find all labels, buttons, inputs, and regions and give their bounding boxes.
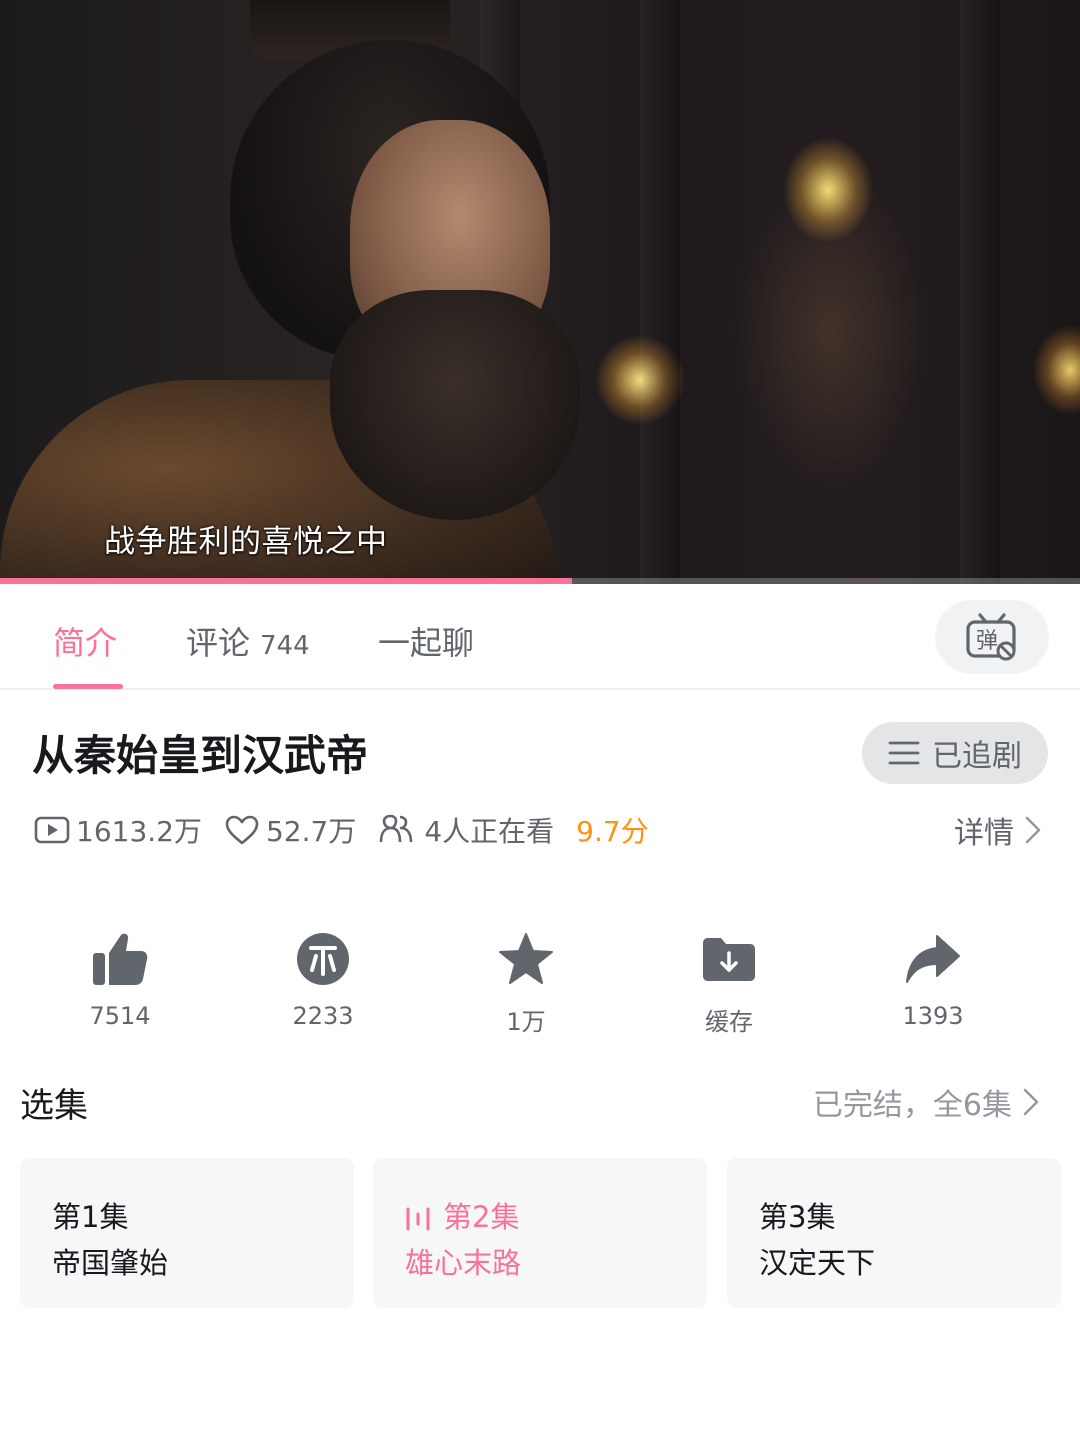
coin-button[interactable]: 2233 [253,928,393,1030]
download-icon [703,938,755,981]
background-curtain [960,0,1000,584]
episode-number: 第1集 [52,1200,129,1234]
episode-number: 第3集 [759,1200,836,1234]
video-subtitle: 战争胜利的喜悦之中 [104,524,388,560]
tab-chat[interactable]: 一起聊 [378,618,474,664]
comments-count: 744 [260,631,310,661]
chevron-right-icon [1023,1088,1039,1116]
action-row: 7514 2233 1万 缓存 1393 [0,928,1080,1038]
follow-series-button[interactable]: 已追剧 [862,722,1048,784]
background-curtain [640,0,680,584]
video-title: 从秦始皇到汉武帝 [32,731,369,780]
thumbs-up-icon [93,933,148,985]
heart-icon [225,815,259,845]
figure-beard [330,290,580,520]
tab-active-indicator [53,684,123,689]
episode-number: 第2集 [443,1200,520,1234]
episode-number-playing: 第2集 [405,1194,519,1236]
like-button[interactable]: 7514 [50,928,190,1030]
watching-count: 4人正在看 [378,810,554,850]
share-icon [906,935,960,983]
tab-intro[interactable]: 简介 [53,618,117,664]
details-link[interactable]: 详情 [954,808,1042,852]
star-icon [499,933,553,984]
tab-bar: 简介 评论 744 一起聊 弹 [0,584,1080,690]
download-label: 缓存 [705,1008,753,1036]
share-count-label: 1393 [902,1002,964,1030]
coin-count-label: 2233 [292,1002,354,1030]
favorite-count-label: 1万 [506,1008,546,1036]
now-playing-icon [406,1207,430,1231]
episode-name: 汉定天下 [759,1246,876,1280]
tab-intro-label: 简介 [53,624,118,662]
play-count: 1613.2万 [34,810,202,850]
download-button[interactable]: 缓存 [659,928,799,1037]
favorite-button[interactable]: 1万 [456,928,596,1037]
chevron-right-icon [1025,816,1041,844]
episode-list-link[interactable]: 已完结，全6集 [813,1080,1040,1124]
episode-section-title: 选集 [20,1086,88,1126]
danmaku-off-icon: 弹 [966,613,1016,661]
episode-card-2[interactable]: 第2集 雄心末路 [373,1158,707,1308]
episode-name: 雄心末路 [405,1246,522,1280]
play-count-value: 1613.2万 [76,815,202,848]
coin-icon [297,933,349,985]
svg-text:弹: 弹 [976,629,998,654]
episode-name: 帝国肇始 [52,1246,169,1280]
like-count: 52.7万 [224,810,356,850]
danmaku-toggle-button[interactable]: 弹 [935,600,1049,674]
episode-card-1[interactable]: 第1集 帝国肇始 [20,1158,354,1308]
people-icon [380,814,413,843]
like-count-value: 52.7万 [265,815,357,848]
episode-status: 已完结，全6集 [812,1088,1012,1123]
share-button[interactable]: 1393 [863,928,1003,1030]
tab-chat-label: 一起聊 [378,624,475,662]
follow-series-label: 已追剧 [932,739,1022,774]
like-count-label: 7514 [89,1002,151,1030]
video-stats: 1613.2万 52.7万 4人正在看 9.7分 [34,808,671,852]
list-icon [888,741,920,765]
play-count-icon [34,816,70,844]
rating-score: 9.7分 [576,815,649,848]
watching-count-value: 4人正在看 [424,815,555,848]
episode-section-header: 选集 已完结，全6集 [20,1078,1060,1126]
episode-card-3[interactable]: 第3集 汉定天下 [727,1158,1061,1308]
details-label: 详情 [954,816,1014,851]
tab-comments[interactable]: 评论 744 [186,618,310,664]
video-player[interactable]: 战争胜利的喜悦之中 [0,0,1080,584]
tab-comments-label: 评论 [186,624,251,662]
